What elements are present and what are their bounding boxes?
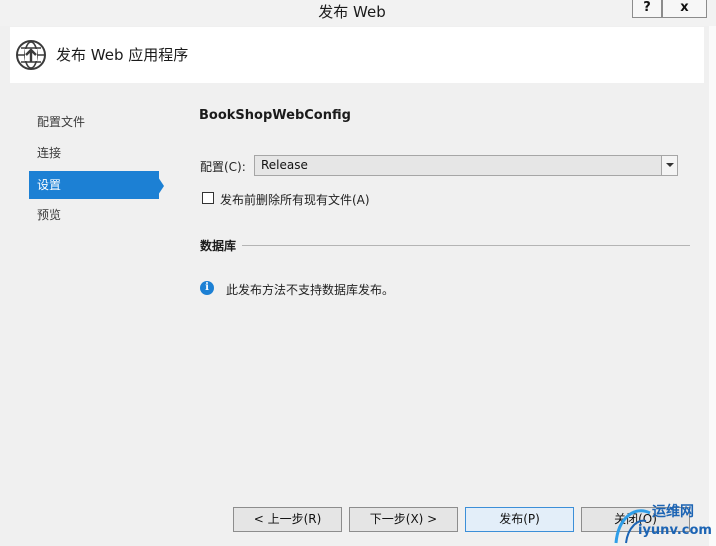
dialog-header: 发布 Web 应用程序 [10,27,704,83]
profile-name-heading: BookShopWebConfig [199,108,351,123]
chevron-down-icon [666,163,674,167]
window-close-button[interactable]: x [662,0,707,18]
next-button[interactable]: 下一步(X) > [349,507,458,532]
title-bar: 发布 Web ? x [0,0,716,26]
publish-button[interactable]: 发布(P) [465,507,574,532]
configuration-label: 配置(C): [200,160,246,174]
active-indicator-arrow [158,177,164,195]
previous-button[interactable]: < 上一步(R) [233,507,342,532]
sidebar-item-preview[interactable]: 预览 [29,201,159,229]
delete-existing-files-checkbox[interactable] [202,192,214,204]
database-section-title: 数据库 [200,239,237,253]
configuration-value: Release [261,158,308,172]
window-edge [709,26,716,546]
window-title: 发布 Web [318,3,386,21]
dropdown-button[interactable] [661,156,677,175]
info-icon: i [200,281,214,295]
watermark-text-en: iyunv.com [638,523,712,538]
globe-publish-icon [16,40,46,70]
watermark: 运维网 iyunv.com [612,499,716,546]
sidebar-item-connection[interactable]: 连接 [29,139,159,167]
sidebar-item-profile[interactable]: 配置文件 [29,108,159,136]
dialog-title: 发布 Web 应用程序 [56,46,189,64]
watermark-text-cn: 运维网 [652,504,694,520]
delete-existing-files-label[interactable]: 发布前删除所有现有文件(A) [220,191,370,208]
section-divider [242,245,690,246]
configuration-dropdown[interactable]: Release [254,155,678,176]
info-message: 此发布方法不支持数据库发布。 [226,283,395,297]
help-button[interactable]: ? [632,0,662,18]
sidebar-item-settings[interactable]: 设置 [29,171,159,199]
